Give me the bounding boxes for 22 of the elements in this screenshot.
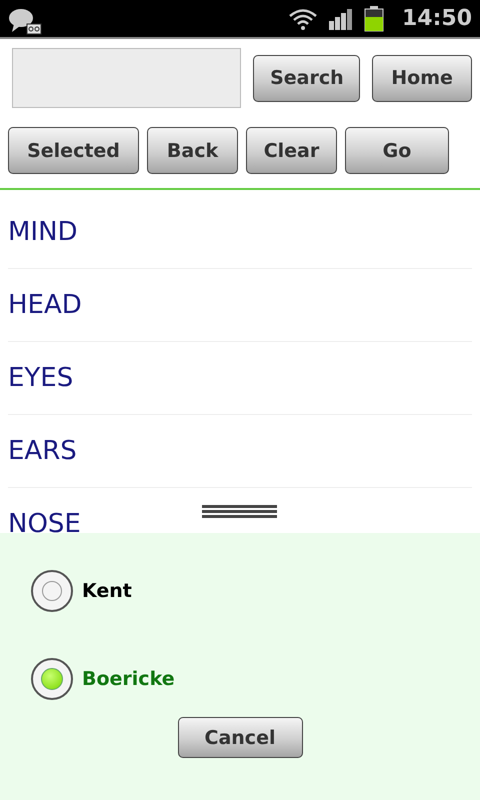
action-button[interactable]: Go xyxy=(345,127,449,174)
list-item[interactable]: MIND xyxy=(8,217,78,247)
action-button[interactable]: Selected xyxy=(8,127,139,174)
signal-icon xyxy=(328,6,354,30)
toolbar-button[interactable]: Search xyxy=(253,54,360,102)
radio-button[interactable] xyxy=(31,658,73,700)
toolbar-button[interactable]: Home xyxy=(372,54,472,102)
list-item[interactable]: EARS xyxy=(8,436,77,466)
option-label[interactable]: Kent xyxy=(82,580,132,602)
drag-handle[interactable] xyxy=(202,505,277,518)
list-item[interactable]: HEAD xyxy=(8,290,82,320)
option-label[interactable]: Boericke xyxy=(82,668,175,690)
action-button[interactable]: Back xyxy=(147,127,238,174)
action-button[interactable]: Clear xyxy=(246,127,337,174)
chat-voicemail-icon xyxy=(8,6,42,34)
cancel-button[interactable]: Cancel xyxy=(178,717,302,758)
wifi-icon xyxy=(288,6,318,30)
list-item[interactable]: EYES xyxy=(8,363,74,393)
clock-time: 14:50 xyxy=(402,6,472,31)
battery-icon xyxy=(364,6,384,32)
search-field[interactable] xyxy=(12,48,242,108)
radio-button[interactable] xyxy=(31,570,73,612)
